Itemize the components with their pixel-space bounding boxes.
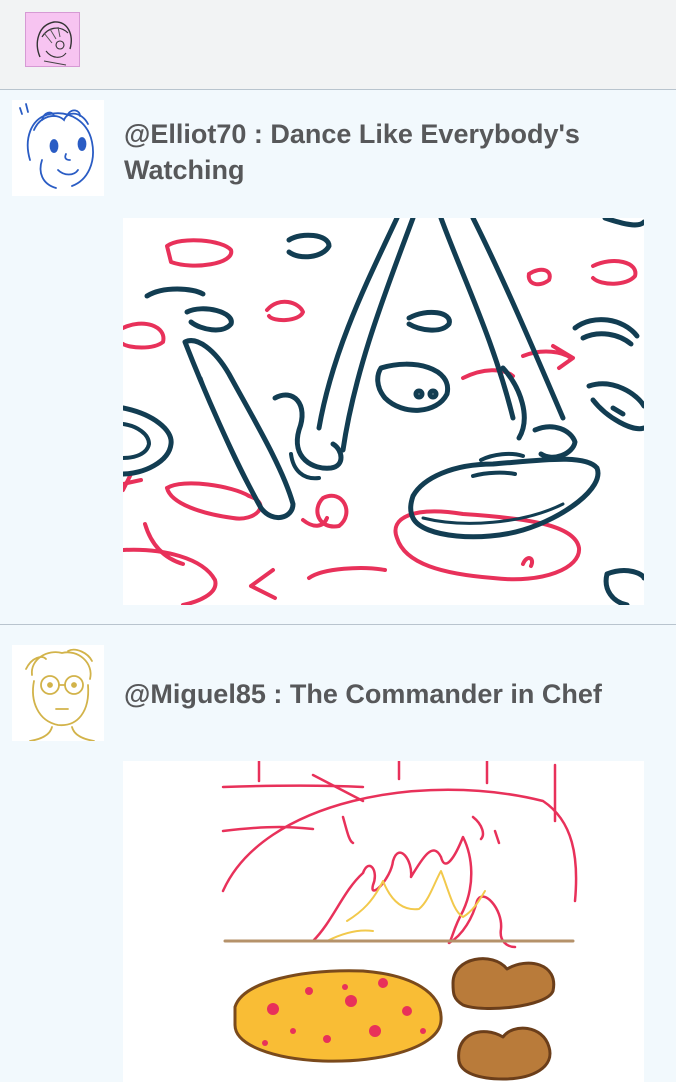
feed-post[interactable]: @Elliot70 : Dance Like Everybody's Watch… xyxy=(0,90,676,625)
top-bar xyxy=(0,0,676,90)
post-artwork-image[interactable] xyxy=(123,218,644,605)
user-avatar-icon[interactable] xyxy=(12,645,104,741)
post-artwork-image[interactable] xyxy=(123,761,644,1082)
profile-avatar-icon[interactable] xyxy=(25,12,80,67)
user-avatar-icon[interactable] xyxy=(12,100,104,196)
feed-post[interactable]: @Miguel85 : The Commander in Chef xyxy=(0,625,676,1082)
post-title[interactable]: @Elliot70 : Dance Like Everybody's Watch… xyxy=(124,116,644,188)
post-title[interactable]: @Miguel85 : The Commander in Chef xyxy=(124,676,644,712)
